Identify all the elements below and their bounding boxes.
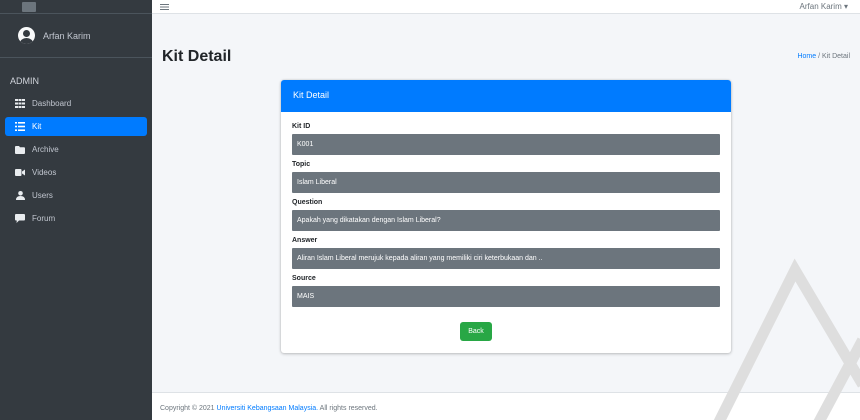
sidebar-item-label: Forum: [32, 214, 56, 223]
sidebar-item-videos[interactable]: Videos: [5, 163, 147, 182]
list-icon: [15, 122, 25, 132]
answer-label: Answer: [292, 237, 318, 244]
sidebar-item-archive[interactable]: Archive: [5, 140, 147, 159]
sidebar-item-label: Videos: [32, 168, 57, 177]
video-icon: [15, 168, 25, 178]
user-icon: [15, 191, 25, 201]
comment-icon: [15, 214, 25, 224]
topic-label: Topic: [292, 161, 311, 168]
top-navbar: Arfan Karim ▾: [152, 0, 860, 14]
kit-id-field: K001: [292, 134, 720, 155]
sidebar-item-kit[interactable]: Kit: [5, 117, 147, 136]
answer-field: Aliran Islam Liberal merujuk kepada alir…: [292, 248, 720, 269]
card-header: Kit Detail: [281, 80, 731, 112]
kit-id-label: Kit ID: [292, 123, 311, 130]
sidebar: Arfan Karim ADMIN Dashboard Kit Archive …: [0, 0, 152, 420]
sidebar-item-label: Dashboard: [32, 99, 72, 108]
sidebar-item-forum[interactable]: Forum: [5, 209, 147, 228]
grid-icon: [15, 99, 25, 109]
topic-field: Islam Liberal: [292, 172, 720, 193]
footer-org-link[interactable]: Universiti Kebangsaan Malaysia.: [217, 405, 319, 412]
question-label: Question: [292, 199, 323, 206]
user-panel[interactable]: Arfan Karim: [0, 14, 152, 58]
hamburger-icon[interactable]: [160, 3, 169, 11]
user-name[interactable]: Arfan Karim: [43, 31, 91, 41]
sidebar-item-users[interactable]: Users: [5, 186, 147, 205]
breadcrumb-current: Kit Detail: [821, 53, 850, 60]
sidebar-item-label: Users: [32, 191, 53, 200]
sidebar-item-dashboard[interactable]: Dashboard: [5, 94, 147, 113]
folder-icon: [15, 145, 25, 155]
source-field: MAIS: [292, 286, 720, 307]
question-field: Apakah yang dikatakan dengan Islam Liber…: [292, 210, 720, 231]
back-button[interactable]: Back: [460, 322, 492, 341]
sidebar-item-label: Archive: [32, 145, 59, 154]
breadcrumb: Home / Kit Detail: [797, 53, 850, 60]
brand[interactable]: [0, 0, 152, 14]
footer-copyright: Copyright © 2021: [160, 405, 217, 412]
card-body: Kit ID K001 Topic Islam Liberal Question…: [281, 112, 731, 307]
kit-detail-card: Kit Detail Kit ID K001 Topic Islam Liber…: [281, 80, 731, 353]
footer-rights: All rights reserved.: [318, 405, 378, 412]
sidebar-item-label: Kit: [32, 122, 42, 131]
page-title: Kit Detail: [162, 48, 232, 65]
avatar: [18, 27, 35, 44]
breadcrumb-home-link[interactable]: Home: [797, 53, 816, 60]
brand-logo: [22, 2, 36, 12]
user-menu-dropdown[interactable]: Arfan Karim ▾: [800, 2, 848, 11]
nav-header: ADMIN: [10, 76, 39, 86]
footer: Copyright © 2021 Universiti Kebangsaan M…: [152, 392, 860, 420]
source-label: Source: [292, 275, 316, 282]
